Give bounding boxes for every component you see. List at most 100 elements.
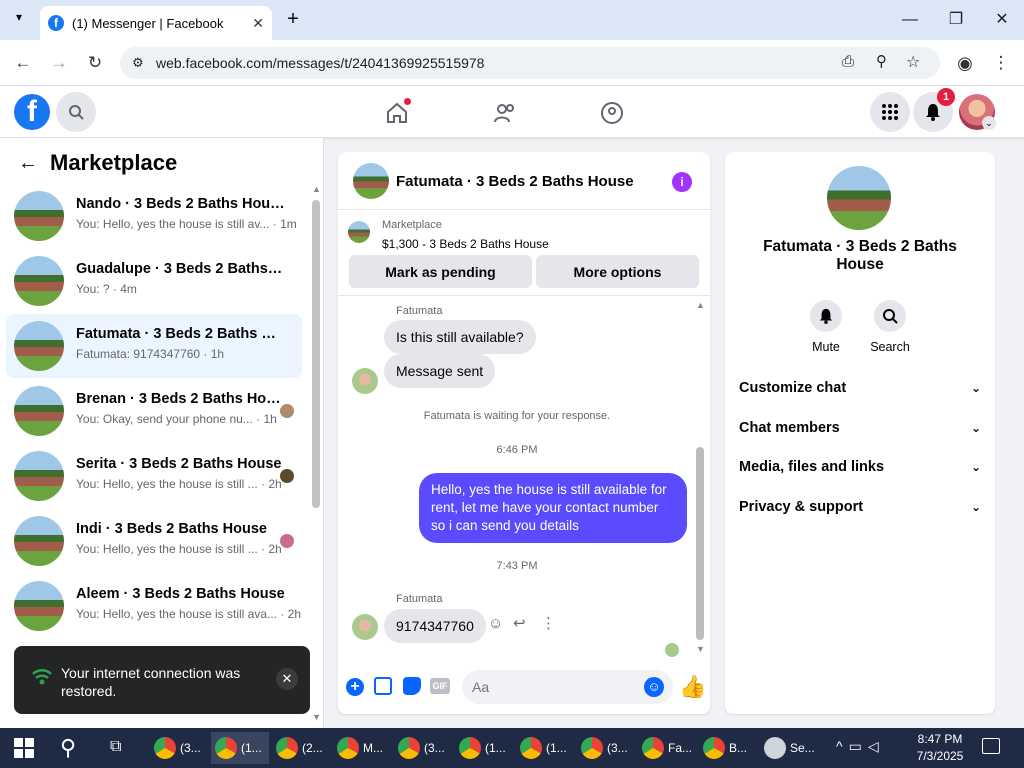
forward-button[interactable]: → xyxy=(48,52,70,74)
outgoing-message[interactable]: Hello, yes the house is still available … xyxy=(419,473,687,543)
action-center-icon[interactable] xyxy=(982,738,1000,754)
panel-title: Marketplace xyxy=(50,150,178,175)
like-thumb-icon[interactable]: 👍 xyxy=(679,674,706,700)
info-section-row[interactable]: Customize chat ⌄ xyxy=(739,372,981,404)
taskbar-app-button[interactable]: (1... xyxy=(455,732,513,764)
conversation-item[interactable]: Guadalupe · 3 Beds 2 Baths Hou... You: ? … xyxy=(6,249,302,313)
taskbar-app-button[interactable]: B... xyxy=(699,732,757,764)
incoming-message[interactable]: Is this still available? xyxy=(384,320,536,354)
conversation-item[interactable]: Aleem · 3 Beds 2 Baths House You: Hello, … xyxy=(6,574,302,638)
chat-avatar[interactable] xyxy=(353,163,389,199)
minimize-button[interactable]: — xyxy=(898,8,922,32)
conversation-item[interactable]: Indi · 3 Beds 2 Baths House You: Hello, y… xyxy=(6,509,302,573)
browser-tab-messenger[interactable]: f (1) Messenger | Facebook ✕ xyxy=(40,6,272,40)
sticker-icon[interactable] xyxy=(403,677,421,695)
scroll-up-arrow[interactable]: ▲ xyxy=(312,184,321,194)
install-icon[interactable]: ⎙ xyxy=(842,53,854,70)
info-icon[interactable]: i xyxy=(672,172,692,192)
taskbar-app-button[interactable]: Fa... xyxy=(638,732,696,764)
contact-name: Fatumata · 3 Beds 2 Baths House xyxy=(763,238,957,273)
incoming-message[interactable]: Message sent xyxy=(384,354,496,388)
start-button[interactable] xyxy=(14,738,34,758)
more-options-button[interactable]: More options xyxy=(536,255,699,288)
new-tab-button[interactable]: + xyxy=(282,8,304,30)
profile-icon[interactable]: ◉ xyxy=(954,52,976,74)
conversation-item[interactable]: Brenan · 3 Beds 2 Baths House You: Okay, … xyxy=(6,379,302,443)
taskbar-search-icon[interactable]: ⚲ xyxy=(60,735,76,761)
chat-window: Fatumata · 3 Beds 2 Baths House i Market… xyxy=(338,152,710,714)
close-window-button[interactable]: ✕ xyxy=(990,8,1014,32)
zoom-icon[interactable]: ⚲ xyxy=(876,52,887,70)
taskbar-app-button[interactable]: (1... xyxy=(516,732,574,764)
info-section-label: Chat members xyxy=(739,419,840,436)
back-arrow-icon[interactable]: ← xyxy=(18,152,38,175)
url-field[interactable]: ⚙ web.facebook.com/messages/t/2404136992… xyxy=(120,47,940,79)
react-icon[interactable]: ☺ xyxy=(488,615,503,632)
info-section-row[interactable]: Chat members ⌄ xyxy=(739,412,981,444)
maximize-button[interactable]: ❐ xyxy=(944,8,968,32)
mute-button[interactable]: Mute xyxy=(796,300,856,354)
tray-expand-icon[interactable]: ^ xyxy=(836,738,849,754)
taskbar-app-button[interactable]: (3... xyxy=(394,732,452,764)
facebook-logo[interactable]: f xyxy=(14,94,50,130)
listing-title[interactable]: $1,300 - 3 Beds 2 Baths House xyxy=(382,237,549,251)
sender-avatar[interactable] xyxy=(352,368,378,394)
more-actions-plus-icon[interactable]: + xyxy=(346,678,364,696)
sender-name: Fatumata xyxy=(396,593,443,605)
back-button[interactable]: ← xyxy=(12,52,34,74)
conversation-item[interactable]: Nando · 3 Beds 2 Baths House You: Hello, … xyxy=(6,184,302,248)
friends-nav-button[interactable] xyxy=(490,98,520,128)
taskbar-app-button[interactable]: Se... xyxy=(760,732,818,764)
chat-scroll-up-arrow[interactable]: ▲ xyxy=(696,300,705,310)
incoming-message[interactable]: 9174347760 xyxy=(384,609,486,643)
conversation-item[interactable]: Serita · 3 Beds 2 Baths House You: Hello,… xyxy=(6,444,302,508)
account-chevron-icon[interactable]: ⌄ xyxy=(982,116,996,130)
home-nav-button[interactable] xyxy=(382,98,412,128)
site-info-icon[interactable]: ⚙ xyxy=(132,55,144,71)
waiting-notice: Fatumata is waiting for your response. xyxy=(423,410,611,422)
taskbar-clock[interactable]: 8:47 PM 7/3/2025 xyxy=(914,731,966,765)
info-section-row[interactable]: Media, files and links ⌄ xyxy=(739,451,981,483)
taskbar-app-button[interactable]: (3... xyxy=(577,732,635,764)
chrome-icon xyxy=(276,737,298,759)
tab-close-icon[interactable]: ✕ xyxy=(252,15,264,32)
sender-avatar[interactable] xyxy=(352,614,378,640)
network-icon[interactable]: ▭ xyxy=(849,738,868,754)
volume-icon[interactable]: ◁ xyxy=(868,738,885,754)
marketplace-conversation-list: ← Marketplace Nando · 3 Beds 2 Baths Hou… xyxy=(0,138,324,728)
groups-nav-button[interactable] xyxy=(597,98,627,128)
browser-menu-icon[interactable]: ⋮ xyxy=(990,52,1012,74)
reload-button[interactable]: ↻ xyxy=(84,52,106,74)
chat-scrollbar[interactable] xyxy=(696,447,704,640)
contact-avatar[interactable] xyxy=(827,166,891,230)
bookmark-star-icon[interactable]: ☆ xyxy=(906,52,920,72)
conversation-avatar xyxy=(14,256,64,306)
conversation-item[interactable]: Fatumata · 3 Beds 2 Baths House Fatumata:… xyxy=(6,314,302,378)
more-actions-icon[interactable]: ⋮ xyxy=(541,614,556,632)
mark-as-pending-button[interactable]: Mark as pending xyxy=(349,255,532,288)
info-section-row[interactable]: Privacy & support ⌄ xyxy=(739,491,981,523)
tab-search-button[interactable]: ▾ xyxy=(8,10,30,30)
conversation-list-scrollbar[interactable] xyxy=(312,200,320,508)
emoji-icon[interactable]: ☺ xyxy=(644,677,664,697)
taskbar-app-button[interactable]: (1... xyxy=(211,732,269,764)
taskbar-app-label: Se... xyxy=(790,741,815,755)
search-in-conversation-button[interactable]: Search xyxy=(860,300,920,354)
listing-thumbnail[interactable] xyxy=(348,221,370,243)
message-input[interactable] xyxy=(462,670,673,704)
task-view-icon[interactable]: ⧉ xyxy=(110,738,121,756)
attach-photo-icon[interactable] xyxy=(374,677,392,695)
menu-button[interactable] xyxy=(870,92,910,132)
conversation-avatar xyxy=(14,516,64,566)
conversation-avatar xyxy=(14,386,64,436)
chat-scroll-down-arrow[interactable]: ▼ xyxy=(696,644,705,654)
scroll-down-arrow[interactable]: ▼ xyxy=(312,712,321,722)
gif-icon[interactable]: GIF xyxy=(430,678,450,694)
chat-title[interactable]: Fatumata · 3 Beds 2 Baths House xyxy=(396,173,634,190)
toast-close-icon[interactable]: ✕ xyxy=(276,668,298,690)
taskbar-app-button[interactable]: (3... xyxy=(150,732,208,764)
taskbar-app-button[interactable]: M... xyxy=(333,732,391,764)
search-button[interactable] xyxy=(56,92,96,132)
reply-icon[interactable]: ↩ xyxy=(513,614,526,632)
taskbar-app-button[interactable]: (2... xyxy=(272,732,330,764)
